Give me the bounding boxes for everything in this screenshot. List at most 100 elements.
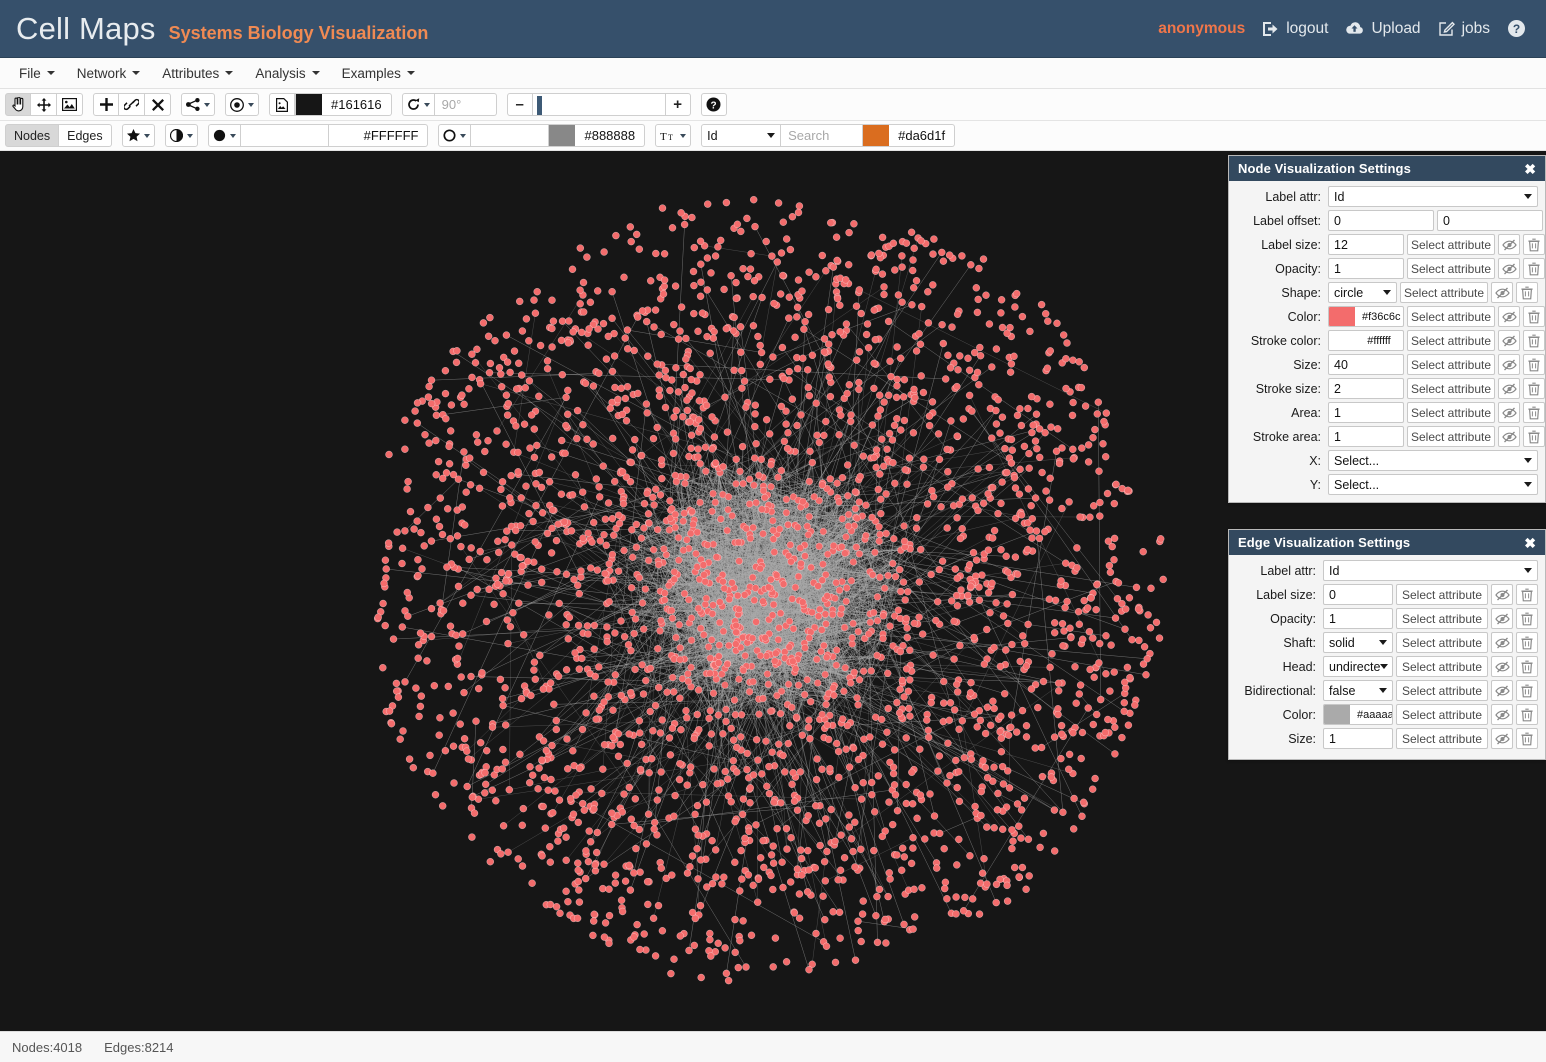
nav-help[interactable]: ? xyxy=(1507,19,1526,38)
delete-mapping-button[interactable] xyxy=(1523,234,1545,255)
select-attribute-button[interactable]: Select attribute xyxy=(1396,584,1488,605)
search-input[interactable] xyxy=(781,124,864,147)
text-size-button[interactable]: TT xyxy=(655,124,692,147)
rotate-button[interactable] xyxy=(401,93,435,116)
select-attribute-button[interactable]: Select attribute xyxy=(1407,354,1495,375)
toggle-visibility-button[interactable] xyxy=(1498,402,1520,423)
select-attribute-button[interactable]: Select attribute xyxy=(1407,234,1495,255)
edge-panel-close-icon[interactable]: ✖ xyxy=(1524,536,1536,550)
color-swatch[interactable] xyxy=(1329,307,1355,326)
select-attribute-button[interactable]: Select attribute xyxy=(1407,258,1495,279)
property-color-field[interactable]: #aaaaaa xyxy=(1323,704,1393,725)
background-image-button[interactable] xyxy=(269,93,295,116)
select-attribute-button[interactable]: Select attribute xyxy=(1407,378,1495,399)
toggle-edges-button[interactable]: Edges xyxy=(59,124,112,147)
property-select[interactable]: undirecte xyxy=(1323,656,1393,677)
select-attribute-button[interactable]: Select attribute xyxy=(1400,282,1488,303)
select-attribute-button[interactable]: Select attribute xyxy=(1407,426,1495,447)
delete-mapping-button[interactable] xyxy=(1523,354,1545,375)
delete-mapping-button[interactable] xyxy=(1523,306,1545,327)
rotate-angle-input[interactable] xyxy=(434,93,497,116)
toggle-visibility-button[interactable] xyxy=(1498,378,1520,399)
nav-upload[interactable]: Upload xyxy=(1345,20,1421,38)
node-label-offset-y-input[interactable] xyxy=(1437,210,1543,231)
menu-examples[interactable]: Examples xyxy=(331,61,426,86)
toolbar-help-button[interactable]: ? xyxy=(700,93,727,116)
background-color-swatch[interactable] xyxy=(296,94,322,115)
toggle-visibility-button[interactable] xyxy=(1491,608,1513,629)
nav-user[interactable]: anonymous xyxy=(1158,20,1245,38)
delete-mapping-button[interactable] xyxy=(1516,728,1538,749)
toggle-visibility-button[interactable] xyxy=(1491,680,1513,701)
property-color-field[interactable]: #ffffff xyxy=(1328,330,1404,351)
stroke-color-swatch[interactable] xyxy=(549,125,576,146)
zoom-slider-handle[interactable] xyxy=(536,96,542,115)
delete-mapping-button[interactable] xyxy=(1523,258,1545,279)
toggle-visibility-button[interactable] xyxy=(1491,704,1513,725)
highlight-color-swatch[interactable] xyxy=(863,125,890,146)
select-attribute-button[interactable]: Select attribute xyxy=(1396,680,1488,701)
select-attribute-button[interactable]: Select attribute xyxy=(1396,632,1488,653)
property-input[interactable] xyxy=(1328,426,1404,447)
fill-color-swatch-wrap[interactable] xyxy=(328,124,355,147)
zoom-in-button[interactable]: + xyxy=(664,93,691,116)
toggle-nodes-button[interactable]: Nodes xyxy=(5,124,60,147)
select-attribute-button[interactable]: Select attribute xyxy=(1396,704,1488,725)
toggle-visibility-button[interactable] xyxy=(1498,306,1520,327)
delete-mapping-button[interactable] xyxy=(1523,330,1545,351)
graph-nodes[interactable] xyxy=(373,195,1167,985)
select-attribute-button[interactable]: Select attribute xyxy=(1396,656,1488,677)
zoom-slider[interactable] xyxy=(532,93,665,116)
delete-mapping-button[interactable] xyxy=(1516,656,1538,677)
add-edge-button[interactable] xyxy=(119,93,145,116)
background-color-swatch-wrap[interactable] xyxy=(295,93,322,116)
property-select[interactable]: circle xyxy=(1328,282,1397,303)
node-y-axis-select[interactable]: Select... xyxy=(1328,474,1538,495)
pan-move-tool-button[interactable] xyxy=(31,93,57,116)
delete-mapping-button[interactable] xyxy=(1516,680,1538,701)
menu-network[interactable]: Network xyxy=(66,61,152,86)
select-attribute-button[interactable]: Select attribute xyxy=(1407,402,1495,423)
toggle-visibility-button[interactable] xyxy=(1491,728,1513,749)
node-label-attr-select[interactable]: Id xyxy=(1328,186,1538,207)
toggle-visibility-button[interactable] xyxy=(1491,656,1513,677)
property-input[interactable] xyxy=(1323,584,1393,605)
delete-mapping-button[interactable] xyxy=(1516,584,1538,605)
property-input[interactable] xyxy=(1323,728,1393,749)
delete-mapping-button[interactable] xyxy=(1516,608,1538,629)
toggle-visibility-button[interactable] xyxy=(1498,234,1520,255)
delete-mapping-button[interactable] xyxy=(1523,426,1545,447)
toggle-visibility-button[interactable] xyxy=(1491,282,1513,303)
property-input[interactable] xyxy=(1323,608,1393,629)
stroke-value-input[interactable] xyxy=(471,124,550,147)
color-swatch[interactable] xyxy=(1329,331,1355,350)
fill-color-swatch[interactable] xyxy=(328,125,355,146)
menu-analysis[interactable]: Analysis xyxy=(244,61,330,86)
property-input[interactable] xyxy=(1328,378,1404,399)
delete-mapping-button[interactable] xyxy=(1523,402,1545,423)
highlight-color-swatch-wrap[interactable] xyxy=(863,124,890,147)
color-swatch[interactable] xyxy=(1324,705,1350,724)
image-tool-button[interactable] xyxy=(57,93,83,116)
search-attribute-select[interactable]: Id xyxy=(701,124,782,147)
delete-mapping-button[interactable] xyxy=(1516,282,1538,303)
node-x-axis-select[interactable]: Select... xyxy=(1328,450,1538,471)
zoom-out-button[interactable]: – xyxy=(506,93,533,116)
property-color-field[interactable]: #f36c6c xyxy=(1328,306,1404,327)
property-input[interactable] xyxy=(1328,234,1404,255)
toggle-visibility-button[interactable] xyxy=(1498,354,1520,375)
toggle-visibility-button[interactable] xyxy=(1498,258,1520,279)
hand-pointer-tool-button[interactable] xyxy=(5,93,31,116)
toggle-visibility-button[interactable] xyxy=(1491,632,1513,653)
select-attribute-button[interactable]: Select attribute xyxy=(1407,306,1495,327)
toggle-visibility-button[interactable] xyxy=(1491,584,1513,605)
delete-mapping-button[interactable] xyxy=(1516,704,1538,725)
layout-button[interactable] xyxy=(225,93,259,116)
add-node-button[interactable] xyxy=(93,93,119,116)
delete-button[interactable] xyxy=(145,93,171,116)
opacity-button[interactable] xyxy=(164,124,198,147)
edge-label-attr-select[interactable]: Id xyxy=(1323,560,1538,581)
node-panel-close-icon[interactable]: ✖ xyxy=(1524,162,1536,176)
property-input[interactable] xyxy=(1328,354,1404,375)
toggle-visibility-button[interactable] xyxy=(1498,426,1520,447)
